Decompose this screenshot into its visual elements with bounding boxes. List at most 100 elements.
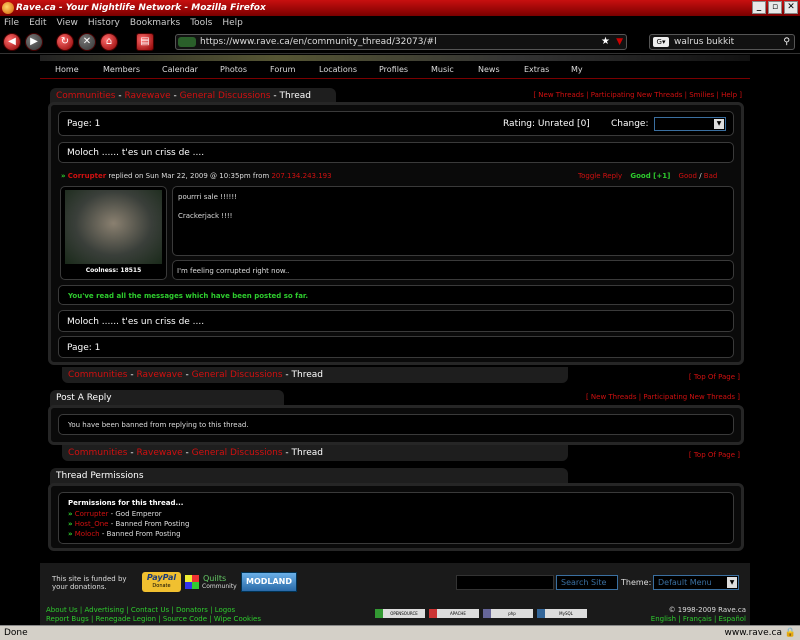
lock-icon[interactable]: 🔒 bbox=[785, 626, 796, 640]
nav-news[interactable]: News bbox=[478, 65, 500, 74]
site-search-input[interactable] bbox=[456, 575, 554, 590]
address-bar[interactable]: https://www.rave.ca/en/community_thread/… bbox=[175, 34, 627, 50]
menu-bookmarks[interactable]: Bookmarks bbox=[130, 16, 180, 30]
top-of-page-link-2[interactable]: [ Top Of Page ] bbox=[689, 451, 740, 459]
reload-icon[interactable]: ↻ bbox=[56, 33, 74, 51]
crumb-general-bottom-2[interactable]: General Discussions bbox=[192, 448, 283, 458]
home-icon[interactable]: ⌂ bbox=[100, 33, 118, 51]
funded-text: This site is funded by your donations. bbox=[52, 575, 127, 591]
crumb-ravewave-bottom[interactable]: Ravewave bbox=[136, 370, 182, 380]
theme-select[interactable]: Default Menu ▼ bbox=[653, 575, 739, 590]
breadcrumb-bottom: Communities - Ravewave - General Discuss… bbox=[62, 367, 568, 383]
nav-extras[interactable]: Extras bbox=[524, 65, 549, 74]
read-all-message: You've read all the messages which have … bbox=[68, 292, 309, 300]
permission-item: » Host_One - Banned From Posting bbox=[68, 520, 190, 528]
post-line-1: pourrri sale !!!!!! bbox=[178, 193, 237, 201]
good-link[interactable]: Good bbox=[679, 172, 697, 180]
minimize-button[interactable]: _ bbox=[752, 1, 766, 14]
toggle-reply-link[interactable]: Toggle Reply bbox=[578, 172, 622, 180]
modland-button[interactable]: MODLAND bbox=[241, 572, 297, 592]
search-engine-icon[interactable]: G▾ bbox=[653, 37, 669, 47]
crumb-general[interactable]: General Discussions bbox=[180, 91, 271, 101]
opensource-badge[interactable]: OPENSOURCE bbox=[375, 609, 425, 618]
menu-help[interactable]: Help bbox=[222, 16, 243, 30]
crumb-thread-bottom-2: Thread bbox=[291, 448, 324, 458]
menu-file[interactable]: File bbox=[4, 16, 19, 30]
menu-history[interactable]: History bbox=[88, 16, 120, 30]
browser-search-box[interactable]: G▾ walrus bukkit ⚲ bbox=[649, 34, 795, 50]
page-row: Page: 1 Rating: Unrated [0] Change: ▼ bbox=[58, 111, 734, 136]
menu-bar: File Edit View History Bookmarks Tools H… bbox=[0, 16, 800, 30]
php-badge[interactable]: php bbox=[483, 609, 533, 618]
maximize-button[interactable]: ▫ bbox=[768, 1, 782, 14]
thread-panel: Page: 1 Rating: Unrated [0] Change: ▼ Mo… bbox=[48, 102, 744, 365]
nav-profiles[interactable]: Profiles bbox=[379, 65, 408, 74]
post-header: » Corrupter replied on Sun Mar 22, 2009 … bbox=[61, 172, 332, 180]
nav-members[interactable]: Members bbox=[103, 65, 140, 74]
print-icon[interactable]: ▤ bbox=[136, 33, 154, 51]
bookmark-star-icon[interactable]: ★ bbox=[601, 35, 610, 49]
nav-forum[interactable]: Forum bbox=[270, 65, 295, 74]
nav-my[interactable]: My bbox=[571, 65, 583, 74]
nav-home[interactable]: Home bbox=[55, 65, 79, 74]
rating-label: Rating: Unrated [0] bbox=[503, 119, 590, 129]
permissions-box: Permissions for this thread... » Corrupt… bbox=[58, 492, 734, 544]
top-of-page-link[interactable]: [ Top Of Page ] bbox=[689, 373, 740, 381]
post-author[interactable]: Corrupter bbox=[68, 172, 106, 180]
crumb-communities[interactable]: Communities bbox=[56, 91, 116, 101]
menu-view[interactable]: View bbox=[57, 16, 78, 30]
back-icon[interactable]: ◀ bbox=[3, 33, 21, 51]
quilts-community-button[interactable]: Quilts Community bbox=[185, 572, 237, 592]
footer-links-row-2[interactable]: Report Bugs | Renegade Legion | Source C… bbox=[46, 615, 261, 624]
bad-link[interactable]: Bad bbox=[704, 172, 718, 180]
breadcrumb-bottom-2: Communities - Ravewave - General Discuss… bbox=[62, 445, 568, 461]
mysql-badge[interactable]: MySQL bbox=[537, 609, 587, 618]
top-links[interactable]: [ New Threads | Participating New Thread… bbox=[533, 91, 742, 99]
crumb-ravewave[interactable]: Ravewave bbox=[124, 91, 170, 101]
nav-photos[interactable]: Photos bbox=[220, 65, 247, 74]
reply-panel: You have been banned from replying to th… bbox=[48, 405, 744, 445]
post-ip: 207.134.243.193 bbox=[271, 172, 332, 180]
theme-label: Theme: bbox=[621, 578, 652, 587]
window-title: Rave.ca - Your Nightlife Network - Mozil… bbox=[16, 3, 266, 13]
nav-locations[interactable]: Locations bbox=[319, 65, 357, 74]
rating-select[interactable]: ▼ bbox=[654, 117, 726, 131]
close-button[interactable]: ✕ bbox=[784, 1, 798, 14]
permission-user[interactable]: Corrupter bbox=[75, 510, 109, 518]
avatar[interactable] bbox=[65, 190, 162, 264]
permissions-heading: Permissions for this thread... bbox=[68, 499, 184, 507]
crumb-ravewave-bottom-2[interactable]: Ravewave bbox=[136, 448, 182, 458]
forward-icon[interactable]: ▶ bbox=[25, 33, 43, 51]
status-domain: www.rave.ca bbox=[724, 628, 782, 638]
crumb-communities-bottom-2[interactable]: Communities bbox=[68, 448, 128, 458]
paypal-donate-button[interactable]: PayPal Donate bbox=[142, 572, 181, 592]
stop-icon[interactable]: ✕ bbox=[78, 33, 96, 51]
apache-badge[interactable]: APACHE bbox=[429, 609, 479, 618]
search-icon[interactable]: ⚲ bbox=[783, 35, 790, 49]
navigation-toolbar: ◀ ▶ ↻ ✕ ⌂ ▤ https://www.rave.ca/en/commu… bbox=[0, 30, 800, 54]
nav-calendar[interactable]: Calendar bbox=[162, 65, 198, 74]
footer-links-row-1[interactable]: About Us | Advertising | Contact Us | Do… bbox=[46, 606, 261, 615]
tech-badges: OPENSOURCE APACHE php MySQL bbox=[375, 609, 587, 618]
language-links[interactable]: English | Français | Español bbox=[651, 615, 746, 624]
quilts-logo-icon bbox=[185, 575, 199, 589]
site-identity-icon[interactable] bbox=[178, 37, 196, 47]
permission-user[interactable]: Host_One bbox=[75, 520, 109, 528]
reply-links[interactable]: [ New Threads | Participating New Thread… bbox=[586, 393, 740, 401]
menu-edit[interactable]: Edit bbox=[29, 16, 46, 30]
permission-item: » Moloch - Banned From Posting bbox=[68, 530, 181, 538]
url-dropdown-icon[interactable]: ▼ bbox=[616, 35, 623, 49]
nav-music[interactable]: Music bbox=[431, 65, 454, 74]
thread-title-row: Moloch ...... t'es un criss de .... bbox=[58, 142, 734, 163]
permissions-panel: Permissions for this thread... » Corrupt… bbox=[48, 483, 744, 551]
site-search-button[interactable]: Search Site bbox=[556, 575, 618, 590]
permission-user[interactable]: Moloch bbox=[75, 530, 100, 538]
menu-tools[interactable]: Tools bbox=[190, 16, 212, 30]
chevron-down-icon: ▼ bbox=[714, 119, 724, 129]
crumb-general-bottom[interactable]: General Discussions bbox=[192, 370, 283, 380]
page-number: Page: 1 bbox=[67, 119, 101, 129]
permissions-tab: Thread Permissions bbox=[50, 468, 568, 484]
theme-value: Default Menu bbox=[658, 578, 712, 587]
crumb-communities-bottom[interactable]: Communities bbox=[68, 370, 128, 380]
post-line-2: Crackerjack !!!! bbox=[178, 212, 233, 220]
